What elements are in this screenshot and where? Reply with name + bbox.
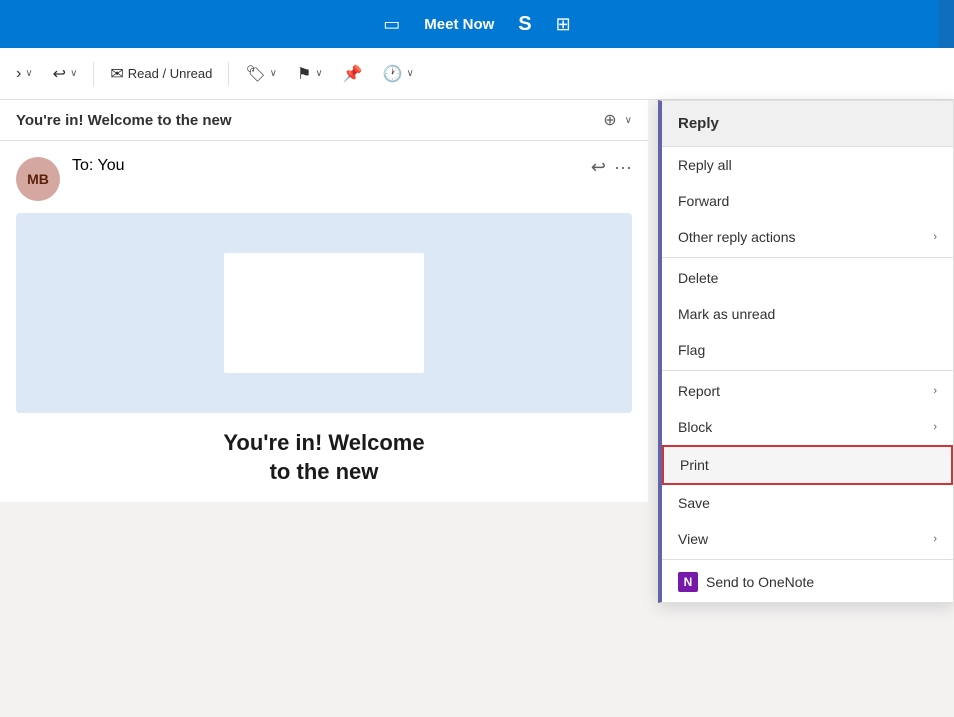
email-content-area (16, 213, 632, 413)
report-chevron-icon: › (933, 385, 937, 397)
flag-chevron-icon: ∨ (315, 68, 322, 79)
clock-icon: 🕐 (383, 64, 403, 84)
divider-3 (662, 559, 953, 560)
reply-icon: ↩ (53, 64, 66, 84)
tag-chevron-icon: ∨ (270, 68, 277, 79)
read-unread-label: Read / Unread (128, 66, 213, 81)
report-label: Report (678, 383, 720, 399)
menu-item-reply[interactable]: Reply (662, 101, 953, 147)
menu-item-mark-unread[interactable]: Mark as unread (662, 296, 953, 332)
email-pane: You're in! Welcome to the new ⊕ ∨ MB To:… (0, 100, 648, 717)
divider-2 (662, 370, 953, 371)
mark-unread-label: Mark as unread (678, 306, 775, 322)
divider-1 (662, 257, 953, 258)
menu-item-report[interactable]: Report › (662, 373, 953, 409)
print-label: Print (680, 457, 709, 473)
right-panel: Reply Reply all Forward Other reply acti… (648, 100, 954, 717)
skype-icon[interactable]: S (518, 13, 531, 36)
email-subject: You're in! Welcome to the new (16, 112, 232, 129)
email-to: To: You (72, 157, 125, 175)
menu-item-send-onenote[interactable]: N Send to OneNote (662, 562, 953, 602)
view-chevron-icon: › (933, 533, 937, 545)
separator-1 (93, 62, 94, 86)
menu-item-delete[interactable]: Delete (662, 260, 953, 296)
top-bar: ▭ Meet Now S ⊞ (0, 0, 954, 48)
reply-label: Reply (678, 115, 719, 132)
avatar-initials: MB (27, 171, 49, 187)
reply-action-button[interactable]: ↩ (591, 157, 606, 178)
menu-item-reply-all[interactable]: Reply all (662, 147, 953, 183)
email-pane-header: You're in! Welcome to the new ⊕ ∨ (0, 100, 648, 141)
tag-icon: 🏷 (245, 64, 265, 84)
menu-item-view[interactable]: View › (662, 521, 953, 557)
menu-item-other-reply[interactable]: Other reply actions › (662, 219, 953, 255)
other-reply-chevron-icon: › (933, 231, 937, 243)
zoom-button[interactable]: ⊕ (603, 110, 616, 130)
clock-chevron-icon: ∨ (407, 68, 414, 79)
reply-button[interactable]: ↩ ∨ (45, 60, 86, 88)
toolbar: › ∨ ↩ ∨ ✉ Read / Unread 🏷 ∨ ⚑ ∨ 📌 🕐 ∨ (0, 48, 954, 100)
email-meta: MB To: You ↩ ··· (16, 157, 632, 201)
expand-chevron-icon[interactable]: ∨ (625, 115, 632, 126)
more-action-button[interactable]: ··· (614, 157, 632, 178)
menu-item-forward[interactable]: Forward (662, 183, 953, 219)
nav-back-button[interactable]: › ∨ (8, 61, 41, 87)
clock-button[interactable]: 🕐 ∨ (375, 60, 422, 88)
send-onenote-label: Send to OneNote (706, 574, 814, 590)
save-label: Save (678, 495, 710, 511)
back-icon: › (16, 65, 21, 83)
back-chevron-icon: ∨ (25, 68, 32, 79)
sender-avatar: MB (16, 157, 60, 201)
email-headline: You're in! Welcome to the new (16, 429, 632, 486)
menu-item-print[interactable]: Print (662, 445, 953, 485)
to-label: To: You (72, 157, 125, 174)
menu-item-save[interactable]: Save (662, 485, 953, 521)
other-reply-label: Other reply actions (678, 229, 796, 245)
apps-icon[interactable]: ⊞ (556, 14, 571, 35)
email-body: MB To: You ↩ ··· You're in! Welcome to t… (0, 141, 648, 502)
headline-line2: to the new (16, 458, 632, 487)
meet-now-button[interactable]: Meet Now (424, 16, 494, 33)
flag-icon: ⚑ (297, 64, 311, 84)
menu-item-block[interactable]: Block › (662, 409, 953, 445)
email-actions: ↩ ··· (591, 157, 632, 178)
pin-icon: 📌 (343, 64, 363, 84)
view-label: View (678, 531, 708, 547)
email-header-controls: ⊕ ∨ (603, 110, 632, 130)
dropdown-menu: Reply Reply all Forward Other reply acti… (658, 100, 954, 603)
envelope-icon: ✉ (110, 64, 123, 84)
headline-line1: You're in! Welcome (16, 429, 632, 458)
pin-button[interactable]: 📌 (335, 60, 371, 88)
onenote-item-content: N Send to OneNote (678, 572, 814, 592)
read-unread-button[interactable]: ✉ Read / Unread (102, 60, 220, 88)
reply-all-label: Reply all (678, 157, 732, 173)
block-chevron-icon: › (933, 421, 937, 433)
block-label: Block (678, 419, 712, 435)
delete-label: Delete (678, 270, 718, 286)
meet-now-label: Meet Now (424, 16, 494, 33)
reply-chevron-icon: ∨ (70, 68, 77, 79)
onenote-icon: N (678, 572, 698, 592)
tag-button[interactable]: 🏷 ∨ (237, 60, 285, 88)
flag-button[interactable]: ⚑ ∨ (289, 60, 331, 88)
flag-label: Flag (678, 342, 705, 358)
separator-2 (228, 62, 229, 86)
email-image-placeholder (224, 253, 424, 373)
video-icon: ▭ (383, 14, 400, 35)
main-layout: You're in! Welcome to the new ⊕ ∨ MB To:… (0, 100, 954, 717)
forward-label: Forward (678, 193, 729, 209)
menu-item-flag[interactable]: Flag (662, 332, 953, 368)
